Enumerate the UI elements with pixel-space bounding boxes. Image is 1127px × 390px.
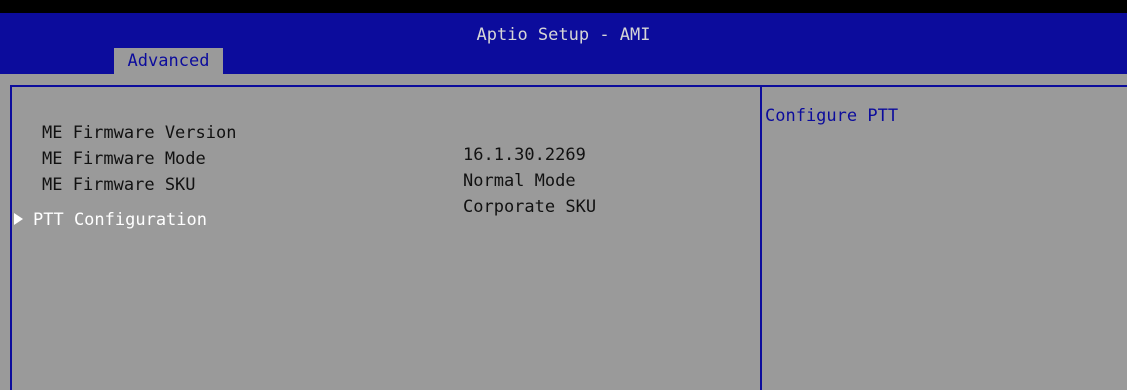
submenu-label: PTT Configuration (33, 210, 207, 230)
submenu-arrow-icon (14, 213, 23, 225)
info-value: Corporate SKU (463, 197, 597, 217)
info-label: ME Firmware Version (42, 123, 237, 143)
info-row-firmware-version: ME Firmware Version 16.1.30.2269 (0, 100, 586, 165)
info-label: ME Firmware Mode (42, 149, 206, 169)
help-panel-divider (760, 85, 762, 390)
info-row-firmware-mode: ME Firmware Mode Normal Mode (0, 126, 576, 191)
submenu-ptt-configuration[interactable]: PTT Configuration (14, 208, 207, 232)
info-label: ME Firmware SKU (42, 175, 196, 195)
panel-border-top (10, 85, 1127, 87)
help-text: Configure PTT (765, 106, 899, 126)
tab-advanced[interactable]: Advanced (114, 48, 223, 74)
info-value: Normal Mode (463, 171, 576, 191)
info-value: 16.1.30.2269 (463, 145, 586, 165)
app-title: Aptio Setup - AMI (476, 25, 651, 45)
info-row-firmware-sku: ME Firmware SKU Corporate SKU (0, 152, 596, 217)
